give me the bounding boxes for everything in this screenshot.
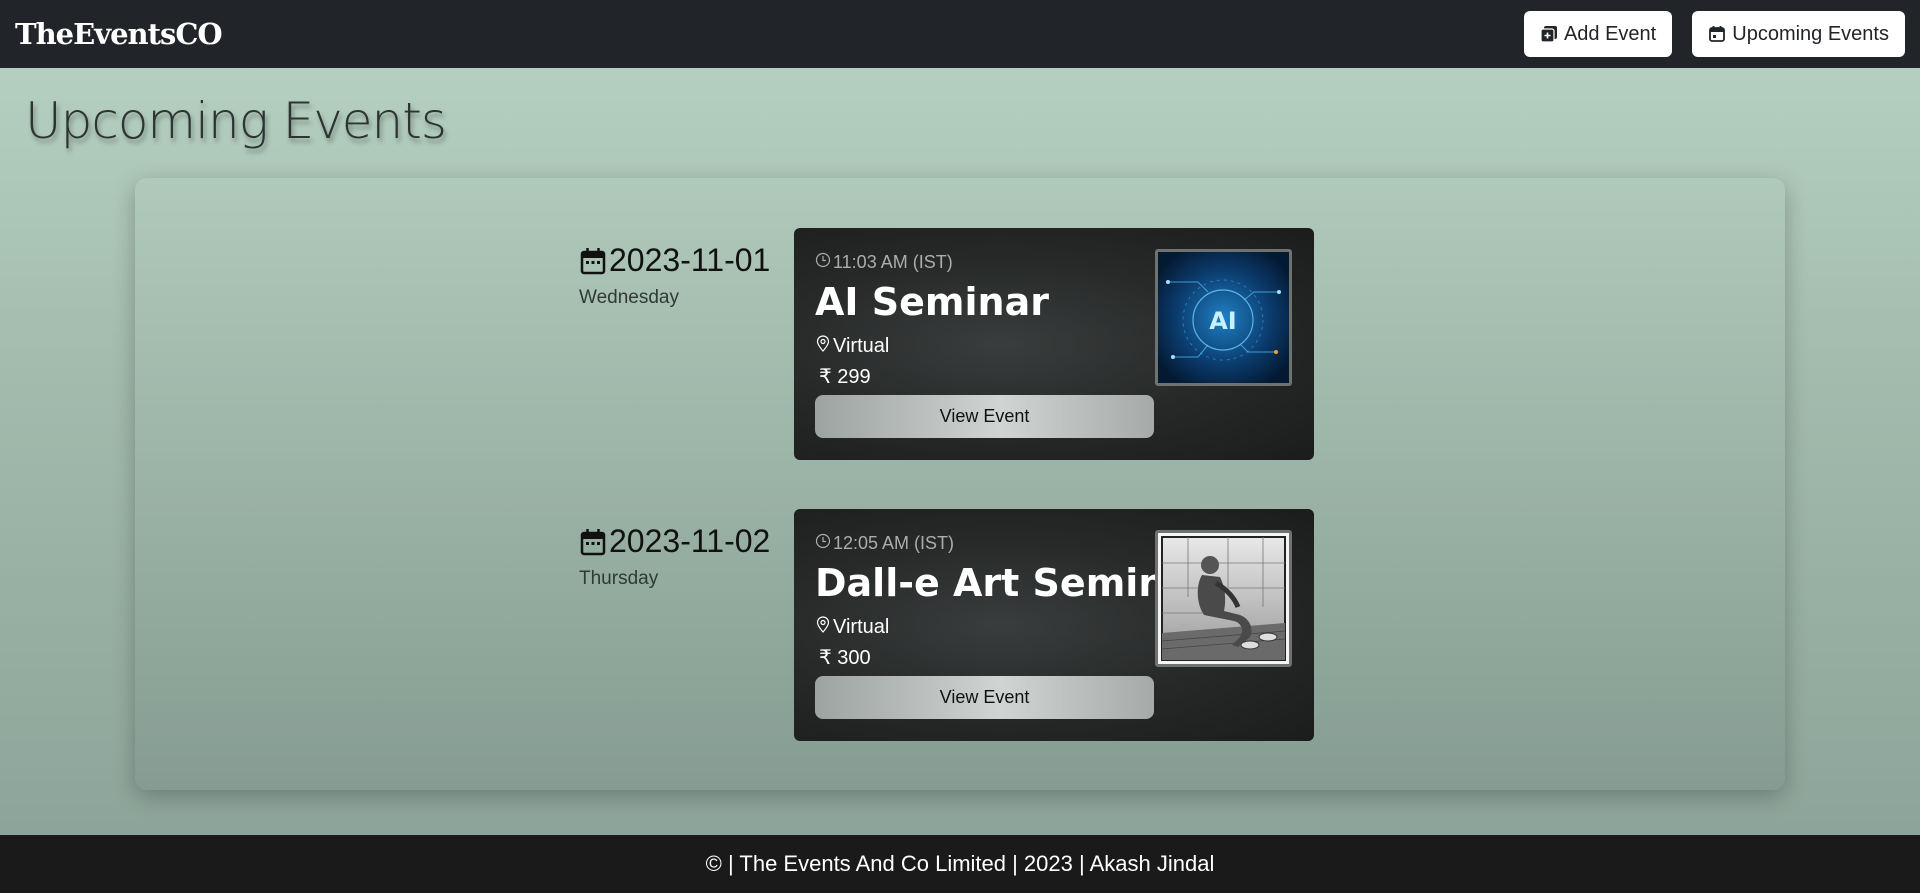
navbar: TheEventsCO Add Event Upcoming Events — [0, 0, 1920, 68]
event-day: Wednesday — [579, 287, 679, 308]
clock-icon — [815, 252, 831, 273]
event-image[interactable] — [1155, 530, 1292, 667]
event-row: 2023-11-01 Wednesday 11:03 AM (IST) AI S… — [135, 228, 1785, 474]
event-time: 12:05 AM (IST) — [815, 533, 954, 554]
view-event-button[interactable]: View Event — [815, 676, 1154, 719]
add-event-label: Add Event — [1563, 22, 1657, 45]
event-price: ₹ 299 — [819, 366, 871, 388]
add-calendar-icon — [1540, 25, 1558, 43]
event-venue-text: Virtual — [833, 334, 890, 357]
event-row: 2023-11-02 Thursday 12:05 AM (IST) Dall-… — [135, 509, 1785, 755]
event-date: 2023-11-02 — [609, 523, 771, 559]
event-venue: Virtual — [815, 334, 889, 358]
location-pin-icon — [815, 615, 831, 639]
nav-buttons: Add Event Upcoming Events — [1523, 11, 1905, 57]
event-image[interactable]: AI — [1155, 249, 1292, 386]
page-title: Upcoming Events — [25, 92, 447, 150]
location-pin-icon — [815, 334, 831, 358]
upcoming-events-label: Upcoming Events — [1732, 22, 1889, 45]
calendar-icon — [579, 246, 607, 276]
event-title: Dall-e Art Seminar — [815, 561, 1210, 605]
ai-circuit-image: AI — [1158, 252, 1289, 383]
event-card: 12:05 AM (IST) Dall-e Art Seminar Virtua… — [794, 509, 1314, 741]
event-day: Thursday — [579, 568, 659, 589]
events-panel: 2023-11-01 Wednesday 11:03 AM (IST) AI S… — [135, 178, 1785, 790]
event-date-column: 2023-11-01 Wednesday — [579, 242, 779, 309]
upcoming-events-button[interactable]: Upcoming Events — [1692, 11, 1905, 57]
calendar-icon — [579, 527, 607, 557]
event-date: 2023-11-01 — [609, 242, 771, 278]
event-card: 11:03 AM (IST) AI Seminar Virtual ₹ 299 … — [794, 228, 1314, 460]
event-venue: Virtual — [815, 615, 889, 639]
clock-icon — [815, 533, 831, 554]
view-event-button[interactable]: View Event — [815, 395, 1154, 438]
footer-text: © | The Events And Co Limited | 2023 | A… — [705, 851, 1215, 876]
event-time-text: 11:03 AM (IST) — [833, 252, 953, 272]
seated-person-sketch-image — [1158, 533, 1289, 664]
event-price: ₹ 300 — [819, 647, 871, 669]
event-time: 11:03 AM (IST) — [815, 252, 953, 273]
svg-text:AI: AI — [1209, 307, 1237, 335]
brand-logo[interactable]: TheEventsCO — [15, 17, 223, 51]
add-event-button[interactable]: Add Event — [1523, 11, 1673, 57]
footer: © | The Events And Co Limited | 2023 | A… — [0, 835, 1920, 893]
calendar-icon — [1708, 25, 1726, 43]
event-date-column: 2023-11-02 Thursday — [579, 523, 779, 590]
event-venue-text: Virtual — [833, 615, 890, 638]
event-time-text: 12:05 AM (IST) — [833, 533, 955, 553]
event-title: AI Seminar — [815, 280, 1049, 324]
